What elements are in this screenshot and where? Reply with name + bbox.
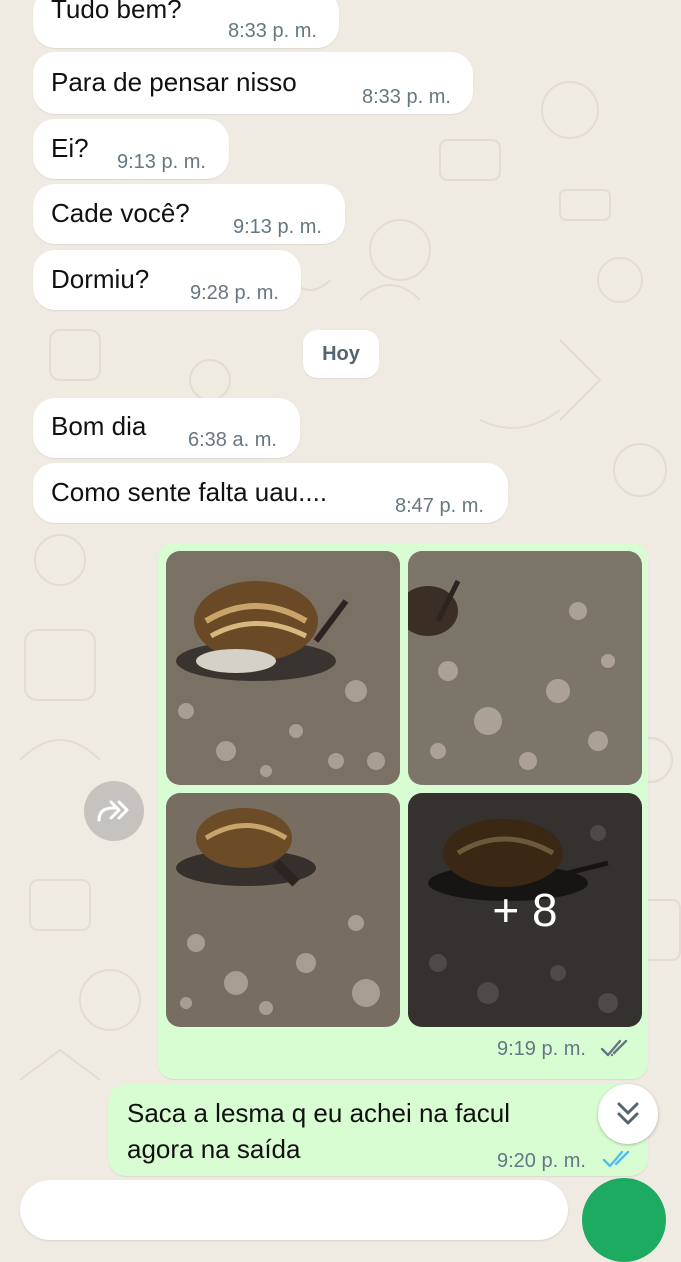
- message-bubble[interactable]: Ei? 9:13 p. m.: [33, 119, 229, 179]
- message-text: Tudo bem?: [51, 0, 182, 24]
- message-time: 9:28 p. m.: [190, 282, 279, 304]
- snail-photo: [408, 551, 642, 785]
- message-time: 9:13 p. m.: [233, 216, 322, 238]
- message-text: Cade você?: [51, 198, 190, 228]
- message-time: 8:47 p. m.: [395, 495, 484, 517]
- send-button[interactable]: [582, 1178, 666, 1262]
- message-text: Bom dia: [51, 411, 147, 441]
- scroll-down-button[interactable]: [598, 1084, 658, 1144]
- scroll-down-icon: [617, 1102, 639, 1125]
- message-time: 9:19 p. m.: [497, 1038, 586, 1060]
- message-bubble[interactable]: Cade você? 9:13 p. m.: [33, 184, 345, 244]
- photo-album-bubble[interactable]: + 8 9:19 p. m.: [158, 543, 648, 1079]
- message-text-line: Saca a lesma q eu achei na facul: [127, 1098, 511, 1128]
- message-text: Dormiu?: [51, 264, 150, 294]
- message-bubble[interactable]: Bom dia 6:38 a. m.: [33, 398, 300, 458]
- message-bubble[interactable]: Dormiu? 9:28 p. m.: [33, 250, 301, 310]
- message-input[interactable]: [20, 1180, 568, 1240]
- message-text: Para de pensar nisso: [51, 67, 297, 97]
- more-photos-count[interactable]: + 8: [408, 793, 642, 1027]
- forward-button[interactable]: [84, 781, 144, 841]
- message-time: 9:20 p. m.: [497, 1150, 586, 1172]
- message-time: 8:33 p. m.: [362, 86, 451, 108]
- double-check-icon: [600, 1039, 628, 1057]
- message-time: 9:13 p. m.: [117, 151, 206, 173]
- message-time: 6:38 a. m.: [188, 429, 277, 451]
- message-bubble[interactable]: Saca a lesma q eu achei na facul agora n…: [108, 1084, 648, 1176]
- album-photo[interactable]: + 8: [408, 793, 642, 1027]
- message-bubble[interactable]: Tudo bem? 8:33 p. m.: [33, 0, 339, 48]
- forward-icon: [97, 800, 129, 822]
- album-photo[interactable]: [408, 551, 642, 785]
- message-text: Ei?: [51, 133, 89, 163]
- message-text: Como sente falta uau....: [51, 477, 328, 507]
- message-text-line: agora na saída: [127, 1134, 301, 1164]
- snail-photo: [166, 793, 400, 1027]
- album-photo[interactable]: [166, 551, 400, 785]
- message-time: 8:33 p. m.: [228, 20, 317, 42]
- day-separator: Hoy: [303, 330, 379, 378]
- double-check-icon: [602, 1150, 630, 1168]
- message-bubble[interactable]: Para de pensar nisso 8:33 p. m.: [33, 52, 473, 114]
- snail-photo: [166, 551, 400, 785]
- message-bubble[interactable]: Como sente falta uau.... 8:47 p. m.: [33, 463, 508, 523]
- album-photo[interactable]: [166, 793, 400, 1027]
